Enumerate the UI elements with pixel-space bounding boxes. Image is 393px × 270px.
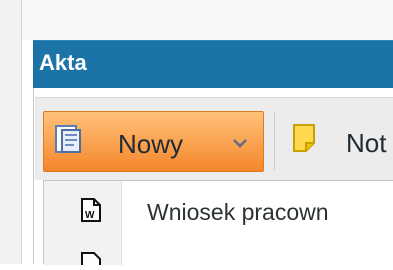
- top-blank-area: [22, 0, 393, 40]
- new-button-label: Nowy: [118, 129, 184, 159]
- word-document-icon: [54, 124, 82, 156]
- new-dropdown-menu: W Wniosek pracown: [43, 180, 393, 265]
- menu-item-label: Wniosek pracown: [147, 199, 329, 225]
- menu-item-second[interactable]: [44, 245, 393, 265]
- svg-text:W: W: [85, 210, 95, 221]
- panel-header: Akta: [33, 40, 393, 88]
- sticky-note-icon: [292, 123, 316, 153]
- chevron-down-icon[interactable]: [229, 132, 251, 154]
- toolbar-separator: [274, 112, 275, 170]
- document-icon: [80, 251, 102, 265]
- window-left-border: [0, 0, 22, 264]
- word-file-icon: W: [80, 197, 102, 223]
- new-button[interactable]: Nowy: [43, 111, 264, 172]
- menu-item-wniosek[interactable]: W Wniosek pracown: [44, 193, 393, 237]
- note-button-label: Not: [346, 128, 387, 158]
- note-button[interactable]: Not: [282, 111, 393, 172]
- panel-title: Akta: [39, 50, 87, 75]
